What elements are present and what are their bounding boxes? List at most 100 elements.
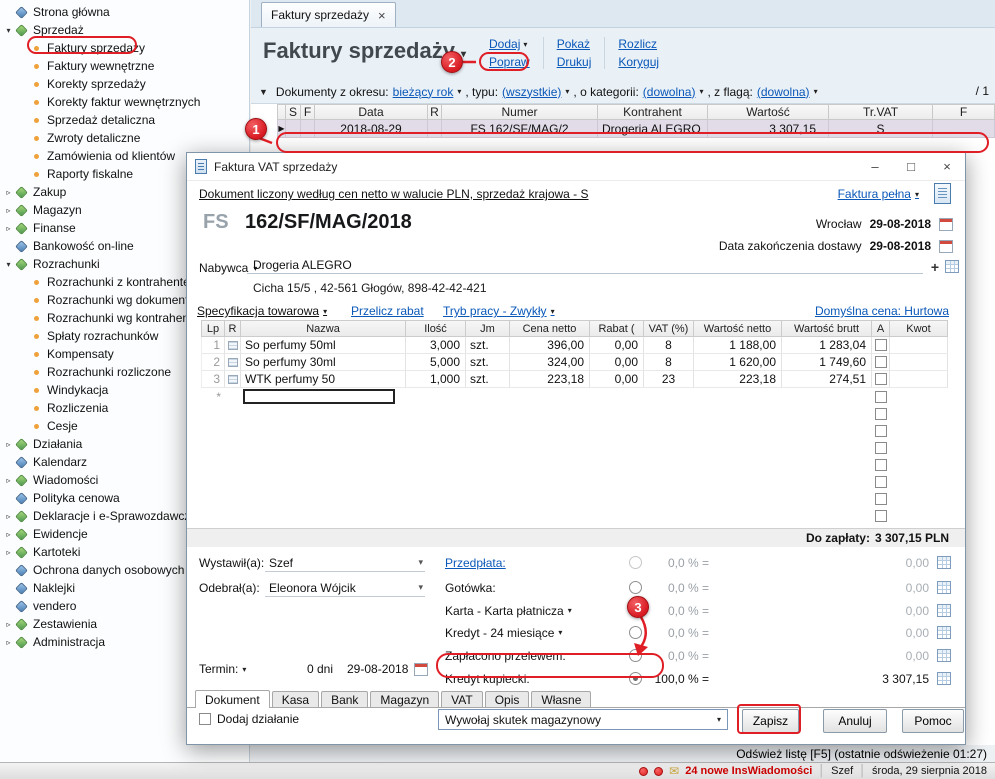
- item-row[interactable]: 2 So perfumy 30ml 5,000 szt. 324,00 0,00…: [201, 354, 948, 371]
- tab-faktury-sprzedazy[interactable]: Faktury sprzedaży ×: [261, 2, 396, 27]
- sidebar-item-faktury-sprzedazy[interactable]: Faktury sprzedaży: [0, 39, 249, 57]
- receiver-combo[interactable]: Eleonora Wójcik▾: [265, 580, 425, 597]
- zapisz-button[interactable]: Zapisz: [742, 709, 799, 733]
- item-discount[interactable]: 0,00: [590, 371, 644, 388]
- checkbox[interactable]: [875, 356, 887, 368]
- item-name[interactable]: So perfumy 30ml: [241, 354, 406, 371]
- tab-bank[interactable]: Bank: [321, 691, 368, 707]
- tree-collapsed-icon[interactable]: ▹: [3, 548, 14, 557]
- specification-link[interactable]: Specyfikacja towarowa▾: [197, 304, 327, 318]
- tree-collapsed-icon[interactable]: ▹: [3, 224, 14, 233]
- warehouse-effect-select[interactable]: Wywołaj skutek magazynowy ▾: [438, 709, 728, 730]
- kredyt-selector[interactable]: Kredyt - 24 miesiące▾: [445, 626, 623, 640]
- sidebar-item-strona-glowna[interactable]: Strona główna: [0, 3, 249, 21]
- item-row[interactable]: 3 WTK perfumy 50 1,000 szt. 223,18 0,00 …: [201, 371, 948, 388]
- grid-col-trvat[interactable]: Tr.VAT: [829, 104, 933, 120]
- item-qty[interactable]: 5,000: [406, 354, 466, 371]
- item-price[interactable]: 223,18: [510, 371, 590, 388]
- checkbox[interactable]: [875, 476, 887, 488]
- tab-opis[interactable]: Opis: [485, 691, 530, 707]
- termin-date[interactable]: 29-08-2018: [347, 662, 408, 676]
- item-discount[interactable]: 0,00: [590, 354, 644, 371]
- grid-col-f[interactable]: F: [301, 104, 315, 120]
- popraw-link[interactable]: Popraw: [489, 55, 530, 69]
- tree-collapsed-icon[interactable]: ▹: [3, 440, 14, 449]
- sidebar-item-faktury-wewnetrzne[interactable]: Faktury wewnętrzne: [0, 57, 249, 75]
- checkbox[interactable]: [875, 510, 887, 522]
- tree-collapsed-icon[interactable]: ▹: [3, 638, 14, 647]
- chevron-down-icon[interactable]: ▾: [565, 87, 569, 96]
- pomoc-button[interactable]: Pomoc: [902, 709, 964, 733]
- radio-przedplata[interactable]: [629, 556, 642, 569]
- contractor-list-icon[interactable]: [945, 260, 959, 273]
- item-handle[interactable]: [225, 371, 241, 388]
- sidebar-item-sprzedaz-detaliczna[interactable]: Sprzedaż detaliczna: [0, 111, 249, 129]
- full-invoice-link[interactable]: Faktura pełna▾: [838, 187, 919, 201]
- radio-przelew[interactable]: [629, 649, 642, 662]
- drukuj-link[interactable]: Drukuj: [557, 55, 592, 69]
- termin-days[interactable]: 0 dni: [283, 662, 333, 676]
- grid-col-kontrahent[interactable]: Kontrahent: [598, 104, 708, 120]
- chevron-down-icon[interactable]: ▾: [523, 40, 527, 49]
- dodaj-link[interactable]: Dodaj: [489, 37, 520, 51]
- karta-selector[interactable]: Karta - Karta płatnicza▾: [445, 604, 623, 618]
- grid-col-wartosc[interactable]: Wartość: [708, 104, 829, 120]
- city-label[interactable]: Wrocław: [816, 217, 862, 231]
- calendar-icon[interactable]: [939, 240, 953, 253]
- checkbox[interactable]: [875, 339, 887, 351]
- tree-collapsed-icon[interactable]: ▹: [3, 206, 14, 215]
- przedplata-link[interactable]: Przedpłata:: [445, 556, 623, 570]
- doc-settings-link[interactable]: Dokument liczony według cen netto w walu…: [199, 187, 589, 201]
- category-filter[interactable]: (dowolna): [643, 85, 696, 99]
- item-price[interactable]: 324,00: [510, 354, 590, 371]
- anuluj-button[interactable]: Anuluj: [823, 709, 887, 733]
- radio-kredyt[interactable]: [629, 626, 642, 639]
- koryguj-link[interactable]: Koryguj: [618, 55, 659, 69]
- item-vat[interactable]: 8: [644, 337, 694, 354]
- rozlicz-link[interactable]: Rozlicz: [618, 37, 659, 51]
- tree-collapsed-icon[interactable]: ▹: [3, 512, 14, 521]
- checkbox[interactable]: [875, 408, 887, 420]
- calculator-icon[interactable]: [937, 581, 951, 594]
- tree-expanded-icon[interactable]: ▾: [3, 260, 14, 269]
- envelope-icon[interactable]: ✉: [669, 764, 679, 778]
- checkbox[interactable]: [875, 391, 887, 403]
- work-mode-link[interactable]: Tryb pracy - Zwykły▾: [443, 304, 555, 318]
- calendar-icon[interactable]: [939, 218, 953, 231]
- new-item-input[interactable]: [243, 389, 395, 404]
- maximize-icon[interactable]: □: [893, 155, 929, 179]
- calculator-icon[interactable]: [937, 649, 951, 662]
- item-handle[interactable]: [225, 337, 241, 354]
- new-item-cell[interactable]: [241, 388, 406, 405]
- tab-dokument[interactable]: Dokument: [195, 690, 270, 708]
- checkbox[interactable]: [875, 493, 887, 505]
- chevron-down-icon[interactable]: ▾: [699, 87, 703, 96]
- add-contractor-icon[interactable]: +: [931, 259, 939, 275]
- dialog-titlebar[interactable]: Faktura VAT sprzedaży – □ ×: [187, 153, 965, 181]
- grid-col-f2[interactable]: F: [933, 104, 995, 120]
- new-item-row[interactable]: *: [201, 388, 948, 405]
- issuer-combo[interactable]: Szef▾: [265, 555, 425, 572]
- type-filter[interactable]: (wszystkie): [502, 85, 561, 99]
- minimize-icon[interactable]: –: [857, 155, 893, 179]
- calculator-icon[interactable]: [937, 626, 951, 639]
- item-price[interactable]: 396,00: [510, 337, 590, 354]
- grid-col-data[interactable]: Data: [315, 104, 428, 120]
- item-vat[interactable]: 23: [644, 371, 694, 388]
- grid-row-selected[interactable]: ▶ 2018-08-29 FS 162/SF/MAG/2 Drogeria AL…: [277, 120, 995, 138]
- sidebar-item-sprzedaz[interactable]: ▾Sprzedaż: [0, 21, 249, 39]
- document-icon[interactable]: [934, 183, 951, 204]
- tab-wlasne[interactable]: Własne: [531, 691, 591, 707]
- tab-magazyn[interactable]: Magazyn: [370, 691, 439, 707]
- grid-col-numer[interactable]: Numer: [442, 104, 598, 120]
- tree-collapsed-icon[interactable]: ▹: [3, 620, 14, 629]
- checkbox[interactable]: [875, 425, 887, 437]
- tree-collapsed-icon[interactable]: ▹: [3, 188, 14, 197]
- sidebar-item-zwroty-detaliczne[interactable]: Zwroty detaliczne: [0, 129, 249, 147]
- doc-number[interactable]: 162/SF/MAG/2018: [245, 211, 412, 234]
- radio-gotowka[interactable]: [629, 581, 642, 594]
- flag-filter[interactable]: (dowolna): [757, 85, 810, 99]
- grid-col-s[interactable]: S: [286, 104, 301, 120]
- checkbox[interactable]: [875, 459, 887, 471]
- item-vat[interactable]: 8: [644, 354, 694, 371]
